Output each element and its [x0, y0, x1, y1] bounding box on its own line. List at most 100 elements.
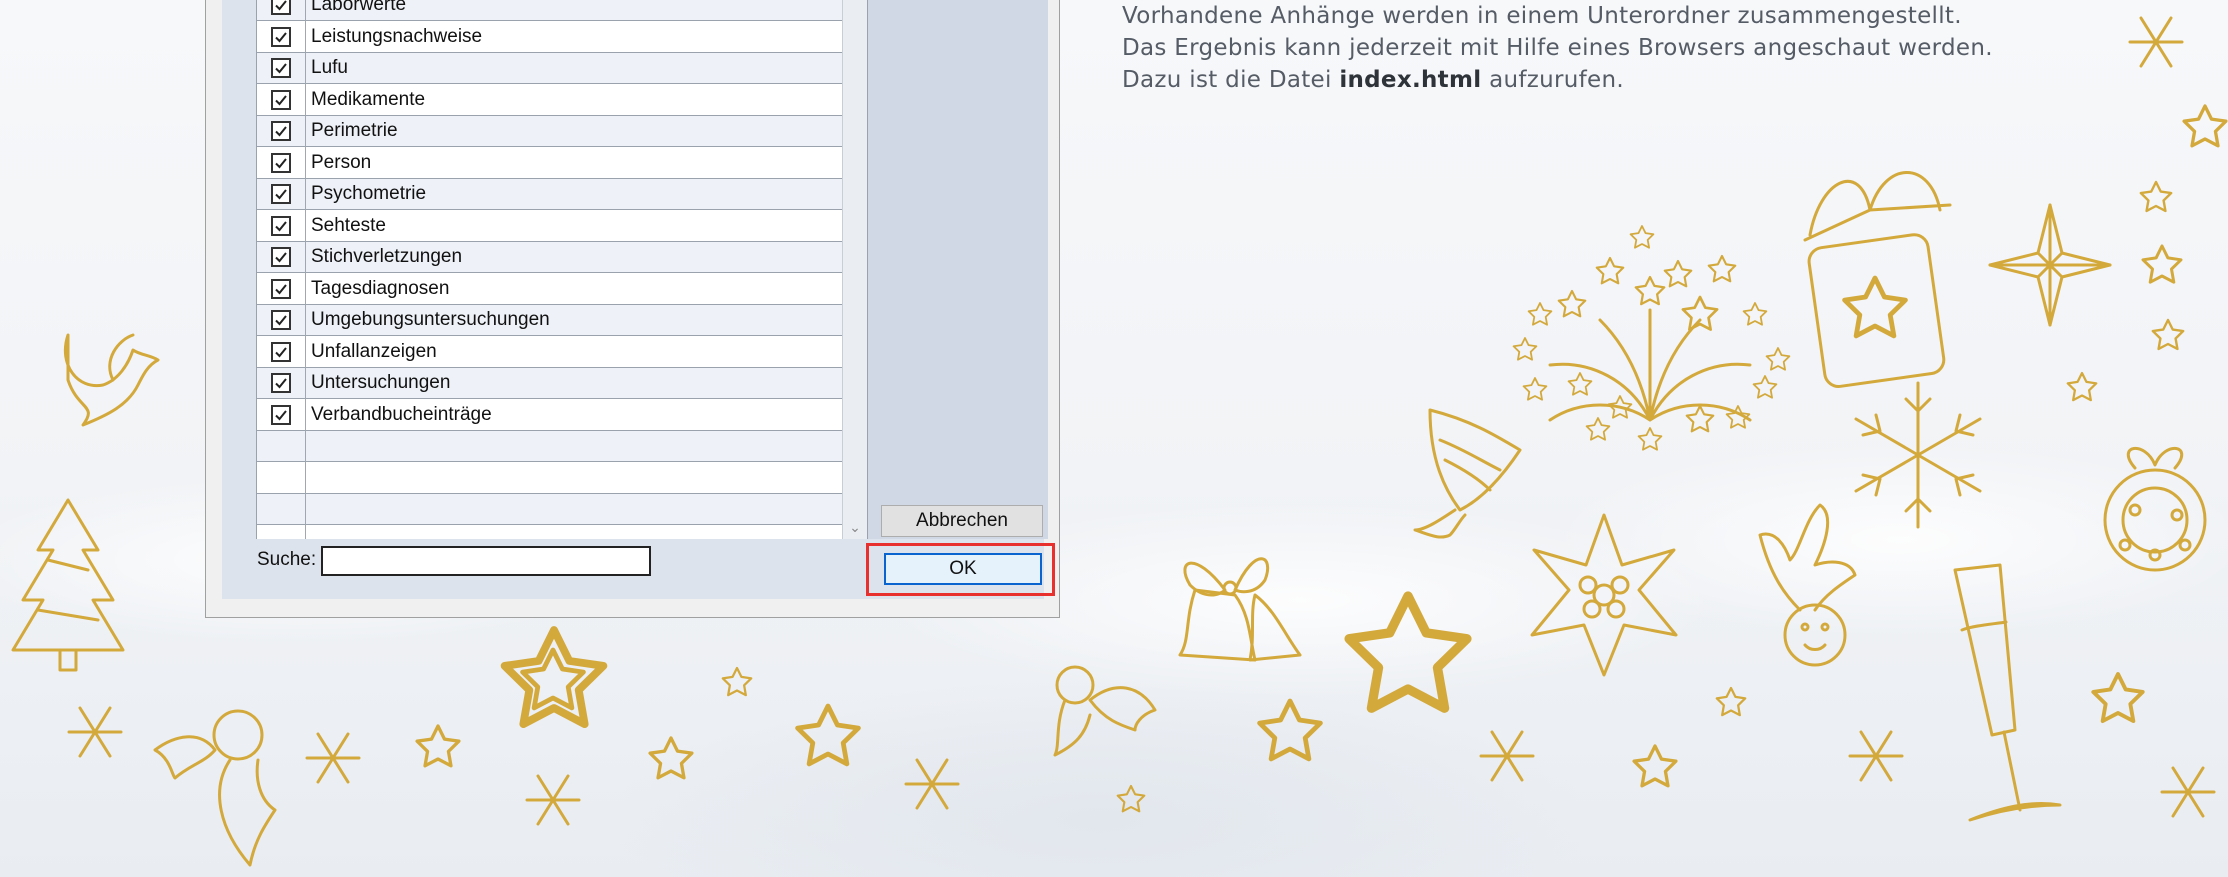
row-checkbox-cell — [257, 337, 305, 367]
checkbox-checked-icon[interactable] — [271, 310, 291, 330]
star-icon — [1632, 744, 1678, 788]
checkbox-checked-icon[interactable] — [271, 184, 291, 204]
list-item-label: Stichverletzungen — [311, 246, 463, 267]
fireworks-icon — [1512, 225, 1791, 451]
list-item-label: Leistungsnachweise — [311, 25, 483, 47]
list-scrollbar[interactable]: ⌄ — [842, 0, 867, 539]
row-checkbox-cell — [257, 179, 305, 209]
large-star-icon — [505, 630, 604, 724]
dialog-body: Laborwerte Leistungsnachweise Lufu Medikame… — [222, 0, 1055, 599]
list-item-label: Psychometrie — [311, 183, 427, 204]
row-checkbox-cell — [257, 85, 305, 115]
list-item-label: Person — [311, 151, 372, 173]
checkbox-checked-icon[interactable] — [271, 0, 291, 15]
row-checkbox-cell — [257, 431, 305, 461]
checkbox-checked-icon[interactable] — [271, 26, 291, 47]
dove-icon — [63, 333, 160, 427]
checkbox-checked-icon[interactable] — [271, 373, 291, 393]
sparkle-icon — [1848, 730, 1904, 782]
ok-button[interactable]: OK — [884, 553, 1042, 585]
checkbox-checked-icon[interactable] — [271, 152, 291, 173]
row-checkbox-cell — [257, 211, 305, 241]
list-item[interactable]: Medikamente — [257, 85, 843, 116]
row-checkbox-cell — [257, 0, 305, 20]
gingerbread-man-icon — [1758, 503, 1857, 667]
checkbox-checked-icon[interactable] — [271, 278, 291, 299]
list-item-label: Perimetrie — [311, 120, 398, 141]
description-line-3: Dazu ist die Datei index.html aufzurufen… — [1122, 64, 2032, 96]
list-item[interactable]: Umgebungsuntersuchungen — [257, 305, 843, 336]
christmas-tree-icon — [11, 498, 125, 672]
list-item-label: Medikamente — [311, 88, 426, 110]
row-checkbox-cell — [257, 116, 305, 146]
checkbox-checked-icon[interactable] — [271, 121, 291, 141]
list-item-label: Tagesdiagnosen — [311, 277, 450, 299]
poinsettia-icon — [1530, 513, 1678, 677]
cancel-button[interactable]: Abbrechen — [881, 505, 1043, 537]
list-item[interactable]: Person — [257, 148, 843, 179]
checkbox-checked-icon[interactable] — [271, 58, 291, 78]
description-line-2: Das Ergebnis kann jederzeit mit Hilfe ei… — [1122, 35, 1993, 61]
north-star-icon — [1988, 203, 2112, 327]
sparkle-icon — [904, 758, 960, 810]
list-item[interactable]: Perimetrie — [257, 116, 843, 147]
bells-icon — [1178, 557, 1302, 662]
sparkle-icon — [1479, 730, 1535, 782]
star-cookie-icon — [523, 650, 584, 708]
star-icon — [1715, 686, 1747, 717]
sparkle-icon — [2128, 16, 2184, 68]
list-item[interactable]: Unfallanzeigen — [257, 337, 843, 368]
star-icon — [2091, 672, 2145, 724]
category-checklist[interactable]: Laborwerte Leistungsnachweise Lufu Medikame… — [256, 0, 868, 539]
row-checkbox-cell — [257, 53, 305, 83]
list-item-label: Lufu — [311, 57, 348, 78]
star-icon — [2139, 180, 2173, 213]
row-checkbox-cell — [257, 22, 305, 52]
wreath-icon — [2103, 447, 2207, 572]
list-item[interactable]: Lufu — [257, 53, 843, 84]
star-icon — [2141, 244, 2183, 284]
row-checkbox-cell — [257, 274, 305, 304]
list-item[interactable]: Stichverletzungen — [257, 242, 843, 273]
large-star-icon — [1349, 596, 1467, 708]
checkbox-checked-icon[interactable] — [271, 404, 291, 425]
list-item-label: Umgebungsuntersuchungen — [311, 309, 550, 330]
row-checkbox-cell — [257, 148, 305, 178]
star-icon — [648, 736, 694, 780]
list-item[interactable]: Tagesdiagnosen — [257, 274, 843, 305]
holly-icon — [153, 709, 277, 867]
sparkle-icon — [67, 706, 123, 758]
empty-list-row — [257, 494, 843, 525]
list-item[interactable]: Verbandbucheinträge — [257, 400, 843, 431]
export-dialog: Laborwerte Leistungsnachweise Lufu Medikame… — [205, 0, 1060, 618]
checkbox-checked-icon[interactable] — [271, 341, 291, 362]
list-item[interactable]: Untersuchungen — [257, 368, 843, 399]
snowflake-icon — [1854, 381, 1982, 529]
list-item[interactable]: Leistungsnachweise — [257, 22, 843, 53]
checkbox-checked-icon[interactable] — [271, 247, 291, 267]
checkbox-checked-icon[interactable] — [271, 89, 291, 110]
star-icon — [415, 724, 461, 768]
scroll-down-icon[interactable]: ⌄ — [843, 515, 867, 539]
description-text: Vorhandene Anhänge werden in einem Unter… — [1122, 0, 2032, 96]
list-item-label: Unfallanzeigen — [311, 340, 437, 362]
dialog-right-pane — [868, 0, 1048, 539]
row-checkbox-cell — [257, 463, 305, 493]
checkbox-checked-icon[interactable] — [271, 215, 291, 236]
row-checkbox-cell — [257, 400, 305, 430]
list-item[interactable]: Laborwerte — [257, 0, 843, 21]
list-item[interactable]: Sehteste — [257, 211, 843, 242]
row-checkbox-cell — [257, 305, 305, 335]
star-icon — [721, 666, 753, 697]
list-item[interactable]: Psychometrie — [257, 179, 843, 210]
star-icon — [2151, 318, 2185, 351]
star-icon — [1116, 784, 1146, 813]
row-checkbox-cell — [257, 368, 305, 398]
list-item-label: Untersuchungen — [311, 372, 451, 393]
gift-box-icon — [1803, 171, 1952, 388]
list-item-label: Laborwerte — [311, 0, 407, 15]
star-icon — [1260, 701, 1321, 759]
search-input[interactable] — [321, 546, 651, 576]
row-checkbox-cell — [257, 242, 305, 272]
star-icon — [798, 706, 859, 764]
